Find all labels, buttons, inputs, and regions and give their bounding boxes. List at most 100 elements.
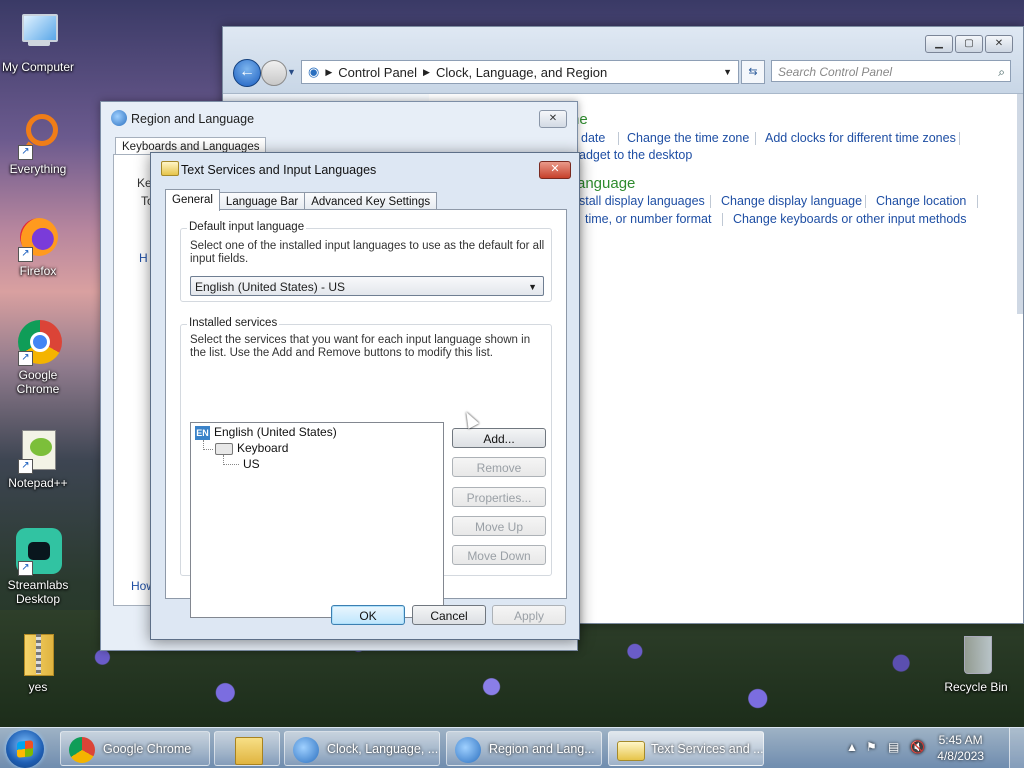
- desktop-icon-label: Everything: [9, 162, 67, 176]
- chevron-right-icon: ▶: [423, 66, 430, 77]
- taskbar-item-chrome[interactable]: Google Chrome: [60, 731, 210, 766]
- link-install-display-languages[interactable]: stall display languages: [579, 194, 705, 208]
- scrollbar[interactable]: [1017, 94, 1023, 314]
- desktop-icon-yes[interactable]: yes: [0, 630, 76, 694]
- clock[interactable]: 5:45 AM 4/8/2023: [937, 732, 984, 764]
- tree-node-us[interactable]: US: [243, 457, 260, 471]
- system-tray: ▲ ⚑ ▤ 🔇 5:45 AM 4/8/2023: [834, 728, 1024, 768]
- category-title-region-language[interactable]: anguage: [577, 175, 635, 192]
- partial-link[interactable]: H: [139, 251, 148, 265]
- link-separator: [710, 195, 711, 208]
- tab-general[interactable]: General: [165, 189, 220, 211]
- desktop-icon-recycle-bin[interactable]: Recycle Bin: [936, 630, 1016, 694]
- everything-icon: ↗: [14, 112, 62, 160]
- desktop-icon-streamlabs[interactable]: ↗ Streamlabs Desktop: [0, 528, 76, 606]
- search-input[interactable]: Search Control Panel ⌕: [771, 60, 1011, 82]
- link-separator: [865, 195, 866, 208]
- minimize-button[interactable]: ▁: [925, 35, 953, 53]
- maximize-button[interactable]: ▢: [955, 35, 983, 53]
- remove-button[interactable]: Remove: [452, 457, 546, 477]
- tab-strip: General Language Bar Advanced Key Settin…: [165, 189, 438, 211]
- link-change-location[interactable]: Change location: [876, 194, 966, 208]
- desktop-icon-google-chrome[interactable]: ↗ Google Chrome: [0, 318, 76, 396]
- taskbar-item-label: Clock, Language, ...: [327, 742, 439, 756]
- link-separator: [722, 213, 723, 226]
- link-change-keyboards[interactable]: Change keyboards or other input methods: [733, 212, 966, 226]
- selected-value: English (United States) - US: [195, 280, 346, 294]
- taskbar-item-text-services[interactable]: Text Services and ...: [608, 731, 764, 766]
- tree-connector: [223, 464, 239, 465]
- group-label: Installed services: [187, 317, 280, 329]
- desktop-icon-label: yes: [28, 680, 48, 694]
- keyboard-icon: [215, 442, 233, 455]
- services-tree[interactable]: EN English (United States) Keyboard US: [190, 422, 444, 618]
- link-separator: [755, 132, 756, 145]
- taskbar-item-region-language[interactable]: Region and Lang...: [446, 731, 602, 766]
- tree-node-label: Keyboard: [237, 441, 289, 455]
- link-change-time-zone[interactable]: Change the time zone: [627, 131, 749, 145]
- default-description: Select one of the installed input langua…: [190, 240, 545, 265]
- properties-button[interactable]: Properties...: [452, 487, 546, 507]
- installed-description: Select the services that you want for ea…: [190, 334, 531, 359]
- desktop-icon-label: My Computer: [1, 60, 75, 74]
- forward-button[interactable]: [261, 60, 287, 86]
- desktop-icon-everything[interactable]: ↗ Everything: [0, 112, 76, 176]
- desktop-icon-notepad-plus-plus[interactable]: ↗ Notepad++: [0, 426, 76, 490]
- address-bar[interactable]: ◉ ▶ Control Panel ▶ Clock, Language, and…: [301, 60, 739, 84]
- keyboard-icon: [617, 741, 645, 761]
- close-button[interactable]: ✕: [539, 110, 567, 128]
- notepad-plus-plus-icon: ↗: [14, 426, 62, 474]
- zip-folder-icon: [14, 630, 62, 678]
- add-button[interactable]: Add...: [452, 428, 546, 448]
- history-dropdown-icon[interactable]: ▼: [287, 67, 296, 77]
- link-separator: [959, 132, 960, 145]
- move-down-button[interactable]: Move Down: [452, 545, 546, 565]
- taskbar-item-explorer[interactable]: [214, 731, 280, 766]
- desktop-icon-firefox[interactable]: ↗ Firefox: [0, 214, 76, 278]
- action-center-flag-icon[interactable]: ⚑: [866, 740, 877, 754]
- desktop-icon-label: Google Chrome: [16, 368, 60, 396]
- tree-connector: [203, 449, 213, 450]
- breadcrumb-control-panel[interactable]: Control Panel: [338, 65, 417, 80]
- streamlabs-icon: ↗: [14, 528, 62, 576]
- close-button[interactable]: ✕: [985, 35, 1013, 53]
- close-button[interactable]: ✕: [539, 161, 571, 179]
- back-button[interactable]: ←: [233, 59, 261, 87]
- move-up-button[interactable]: Move Up: [452, 516, 546, 536]
- refresh-button[interactable]: ⇆: [741, 60, 765, 84]
- desktop-icon-my-computer[interactable]: My Computer: [0, 10, 76, 74]
- search-placeholder: Search Control Panel: [778, 65, 893, 79]
- start-button[interactable]: [6, 730, 44, 768]
- link-add-clocks[interactable]: Add clocks for different time zones: [765, 131, 956, 145]
- cancel-button[interactable]: Cancel: [412, 605, 486, 625]
- chevron-down-icon: ▼: [528, 282, 537, 292]
- chrome-icon: [69, 737, 95, 763]
- show-hidden-icons-icon[interactable]: ▲: [846, 740, 858, 754]
- recycle-bin-icon: [952, 630, 1000, 678]
- breadcrumb-clock-language-region[interactable]: Clock, Language, and Region: [436, 65, 607, 80]
- taskbar-item-control-panel[interactable]: Clock, Language, ...: [284, 731, 440, 766]
- tree-node-language[interactable]: EN English (United States): [195, 425, 337, 440]
- search-icon[interactable]: ⌕: [998, 61, 1005, 83]
- network-icon[interactable]: ▤: [888, 740, 899, 754]
- control-panel-icon: ◉: [308, 64, 320, 79]
- clock-time: 5:45 AM: [938, 733, 983, 747]
- show-desktop-button[interactable]: [1009, 728, 1024, 768]
- text-services-dialog[interactable]: Text Services and Input Languages ✕ Gene…: [150, 152, 580, 640]
- shortcut-arrow-icon: ↗: [18, 459, 33, 474]
- link-change-format[interactable]: time, or number format: [585, 212, 711, 226]
- globe-icon: [111, 110, 127, 126]
- tree-node-keyboard[interactable]: Keyboard: [215, 441, 288, 455]
- apply-button[interactable]: Apply: [492, 605, 566, 625]
- link-gadget[interactable]: adget to the desktop: [579, 148, 692, 162]
- address-dropdown-icon[interactable]: ▼: [723, 67, 732, 77]
- default-language-select[interactable]: English (United States) - US ▼: [190, 276, 544, 296]
- taskbar-item-label: Google Chrome: [103, 742, 192, 756]
- dialog-title: Text Services and Input Languages: [181, 163, 377, 177]
- desktop-icon-label: Recycle Bin: [944, 680, 1008, 694]
- volume-muted-icon[interactable]: 🔇: [910, 740, 925, 754]
- link-date[interactable]: date: [581, 131, 605, 145]
- ok-button[interactable]: OK: [331, 605, 405, 625]
- link-change-display-language[interactable]: Change display language: [721, 194, 862, 208]
- taskbar-item-label: Text Services and ...: [651, 742, 764, 756]
